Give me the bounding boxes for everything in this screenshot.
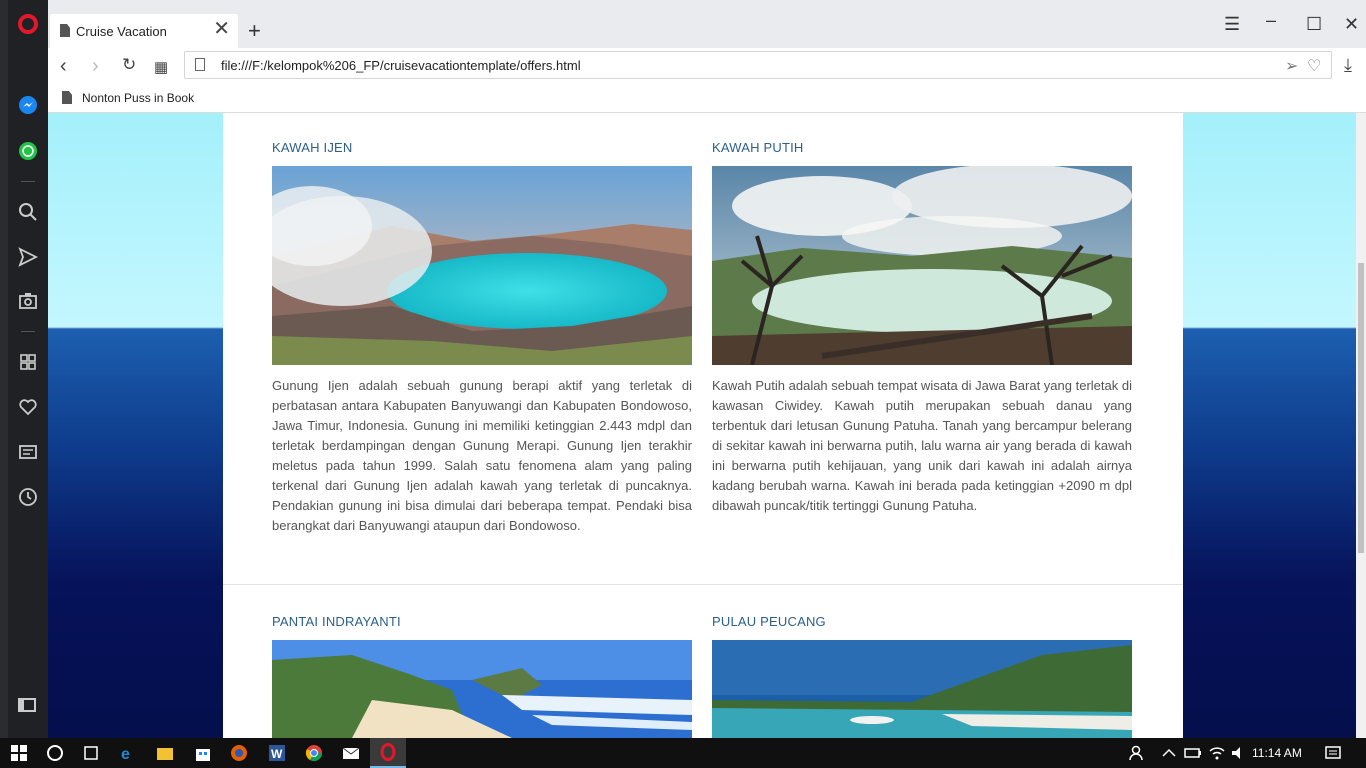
section-divider [223, 584, 1183, 585]
camera-icon[interactable] [17, 290, 39, 312]
navigation-bar: ‹ › ↻ ▦ file:///F:/kelompok%206_FP/cruis… [48, 48, 1366, 84]
messenger-icon[interactable] [17, 94, 39, 116]
wifi-icon[interactable] [1208, 744, 1226, 762]
offer-pantai-indrayanti: PANTAI INDRAYANTI [272, 614, 692, 629]
minimize-icon[interactable]: – [1266, 10, 1276, 31]
address-bar[interactable]: file:///F:/kelompok%206_FP/cruisevacatio… [184, 51, 1332, 79]
reload-button[interactable]: ↻ [122, 55, 136, 75]
new-tab-button[interactable]: + [248, 18, 261, 44]
maximize-icon[interactable]: ☐ [1306, 14, 1322, 35]
windows-start-icon[interactable] [10, 744, 28, 762]
pantai-indrayanti-image [272, 640, 692, 738]
offer-kawah-putih-desc: Kawah Putih adalah sebuah tempat wisata … [712, 376, 1132, 516]
file-explorer-icon[interactable] [156, 744, 174, 762]
chrome-icon[interactable] [305, 744, 323, 762]
opera-logo-icon[interactable] [18, 14, 38, 34]
offer-title: KAWAH PUTIH [712, 140, 804, 155]
kawah-putih-image [712, 166, 1132, 365]
chevron-up-icon[interactable] [1160, 744, 1178, 762]
offer-title: PANTAI INDRAYANTI [272, 614, 401, 629]
word-icon[interactable]: W [268, 744, 286, 762]
tab-bar: Cruise Vacation ✕ + ☰ – ☐ ✕ [48, 0, 1366, 48]
offer-pulau-peucang: PULAU PEUCANG [712, 614, 1132, 629]
whatsapp-icon[interactable] [17, 140, 39, 162]
offer-description: Gunung Ijen adalah sebuah gunung berapi … [272, 378, 692, 533]
sidebar-divider [21, 181, 35, 182]
mail-icon[interactable] [342, 744, 360, 762]
tab-title: Cruise Vacation [76, 24, 167, 39]
sidebar-toggle-icon[interactable] [18, 698, 36, 712]
history-icon[interactable] [17, 486, 39, 508]
download-icon[interactable]: ⤓ [1344, 55, 1352, 76]
page-scrollbar[interactable] [1356, 113, 1366, 738]
tabs-grid-icon[interactable]: ▦ [154, 58, 168, 76]
sidebar-divider [21, 331, 35, 332]
people-icon[interactable] [1128, 744, 1146, 762]
bookmarks-bar: Nonton Puss in Book [48, 84, 1366, 113]
send-page-icon[interactable]: ➢ [1285, 56, 1298, 76]
notifications-icon[interactable] [1324, 744, 1342, 762]
windows-taskbar: e W 11:14 AM [0, 738, 1366, 768]
bookmark-item[interactable]: Nonton Puss in Book [82, 91, 194, 105]
edge-icon[interactable]: e [120, 744, 138, 763]
cortana-icon[interactable] [46, 744, 64, 762]
firefox-icon[interactable] [230, 744, 248, 762]
page-viewport: KAWAH IJEN Gunung Ijen adalah sebuah gun… [48, 113, 1356, 738]
opera-sidebar [0, 0, 48, 738]
offer-title: PULAU PEUCANG [712, 614, 826, 629]
pulau-peucang-image [712, 640, 1132, 738]
offer-kawah-ijen: KAWAH IJEN [272, 140, 692, 155]
kawah-ijen-image [272, 166, 692, 365]
tab-close-button[interactable]: ✕ [213, 19, 230, 39]
svg-text:e: e [121, 746, 130, 762]
url-text[interactable]: file:///F:/kelompok%206_FP/cruisevacatio… [221, 58, 581, 73]
offer-description: Kawah Putih adalah sebuah tempat wisata … [712, 378, 1132, 513]
clock[interactable]: 11:14 AM [1252, 746, 1302, 760]
bookmark-heart-icon[interactable]: ♡ [1307, 56, 1321, 76]
document-icon [60, 24, 70, 37]
volume-icon[interactable] [1230, 744, 1248, 762]
opera-taskbar-button[interactable] [370, 738, 406, 768]
heart-icon[interactable] [17, 396, 39, 418]
svg-text:W: W [271, 747, 283, 761]
tab-menu-icon[interactable]: ☰ [1224, 14, 1240, 35]
file-icon [195, 58, 205, 71]
scrollbar-thumb[interactable] [1358, 263, 1364, 553]
store-icon[interactable] [194, 744, 212, 762]
send-icon[interactable] [17, 246, 39, 268]
search-icon[interactable] [17, 201, 39, 223]
battery-icon[interactable] [1184, 744, 1202, 762]
news-icon[interactable] [17, 441, 39, 463]
offer-kawah-putih: KAWAH PUTIH [712, 140, 1132, 155]
offers-content: KAWAH IJEN Gunung Ijen adalah sebuah gun… [223, 113, 1183, 738]
forward-button[interactable]: › [92, 55, 99, 78]
offer-kawah-ijen-desc: Gunung Ijen adalah sebuah gunung berapi … [272, 376, 692, 536]
offer-title: KAWAH IJEN [272, 140, 353, 155]
task-view-icon[interactable] [82, 744, 100, 762]
speed-dial-icon[interactable] [17, 351, 39, 373]
tab-cruise-vacation[interactable]: Cruise Vacation ✕ [50, 14, 238, 48]
back-button[interactable]: ‹ [60, 55, 67, 78]
close-window-icon[interactable]: ✕ [1344, 14, 1359, 35]
bookmark-page-icon [62, 91, 72, 104]
